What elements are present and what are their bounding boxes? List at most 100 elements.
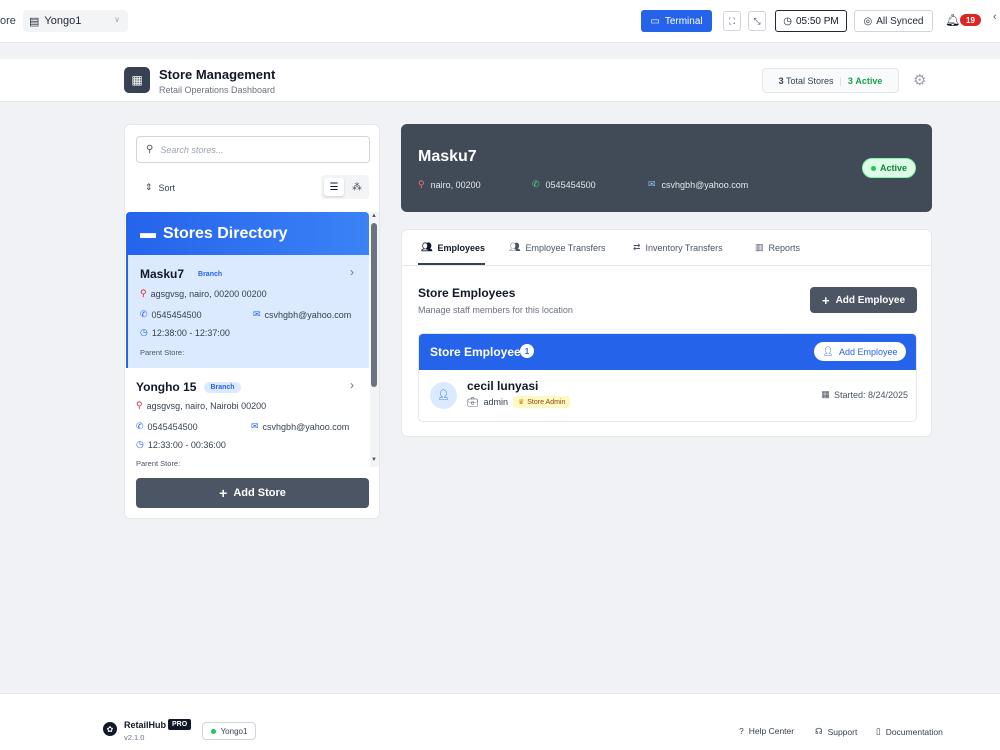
parent-store-label: Parent Store: <box>136 459 181 467</box>
envelope-icon: ✉ <box>251 421 259 431</box>
tab-inventory-transfers[interactable]: ⇄ Inventory Transfers <box>633 242 723 253</box>
envelope-icon: ✉ <box>648 179 656 189</box>
page-header: ▦ Store Management Retail Operations Das… <box>0 59 1000 102</box>
clock-icon: ◷ <box>136 439 144 449</box>
store-hours: ◷ 12:38:00 - 12:37:00 <box>140 327 230 338</box>
briefcase-icon: 💼︎ <box>467 396 479 407</box>
active-tab-indicator <box>418 263 485 265</box>
support-link[interactable]: ☊ Support <box>815 726 857 737</box>
store-email-text: csvhgbh@yahoo.com <box>262 421 350 432</box>
employee-meta: 💼︎ admin ♛ Store Admin <box>467 396 571 408</box>
current-store-name: Yongo1 <box>220 726 248 736</box>
section-title: Store Employees <box>418 286 516 300</box>
add-employee-label: Add Employee <box>835 294 906 306</box>
store-address-text: agsgvsg, nairo, Nairobi 00200 <box>146 400 267 411</box>
gear-icon[interactable]: ⚙ <box>913 71 926 89</box>
scrollbar-thumb[interactable] <box>371 223 377 387</box>
tree-view-button[interactable]: ⁂ <box>347 178 367 196</box>
envelope-icon: ✉ <box>253 309 261 319</box>
search-box[interactable]: ⚲ <box>136 136 370 163</box>
role-badge-text: Store Admin <box>527 398 566 406</box>
search-input[interactable] <box>160 144 351 155</box>
store-name: Yongho 15 <box>136 380 197 394</box>
plus-icon: + <box>219 485 228 501</box>
active-stores-label: Active <box>855 75 883 86</box>
scroll-up-icon[interactable]: ▲ <box>371 213 377 219</box>
stats-divider: | <box>839 75 842 86</box>
fit-screen-icon: ⛶ <box>728 15 736 26</box>
start-date-text: Started: 8/24/2025 <box>833 389 908 400</box>
store-prefix-text: ore <box>0 15 16 27</box>
selected-store-name: Masku7 <box>418 148 477 165</box>
store-list-item[interactable]: Masku7 Branch › ⚲ agsgvsg, nairo, 00200 … <box>126 255 369 368</box>
page-subtitle: Retail Operations Dashboard <box>159 85 276 95</box>
sort-button[interactable]: ⇕ Sort <box>145 182 175 193</box>
store-select-value: Yongo1 <box>44 15 82 27</box>
employee-count-badge: 1 <box>520 344 534 358</box>
selected-store-card: Masku7 ⚲ nairo, 00200 ✆ 0545454500 ✉ csv… <box>401 124 932 212</box>
documentation-link[interactable]: ▯ Documentation <box>876 726 943 737</box>
tab-employees[interactable]: 👥︎ Employees <box>421 242 485 253</box>
stores-panel: ⚲ ⇕ Sort ☰ ⁂ ▬ Stores Directory Masku7 B… <box>124 124 380 519</box>
stores-directory-header: ▬ Stores Directory <box>126 212 369 255</box>
store-email: ✉ csvhgbh@yahoo.com <box>648 179 748 190</box>
employees-list-header: Store Employees 1 👤︎ Add Employee <box>419 334 916 370</box>
map-pin-icon: ⚲ <box>136 400 143 410</box>
footer: ✿ RetailHub PRO v2.1.0 Yongo1 ? Help Cen… <box>0 693 1000 750</box>
tab-bar: 👥︎ Employees 👥︎ Employee Transfers ⇄ Inv… <box>402 230 931 266</box>
tab-label: Employee Transfers <box>525 242 606 253</box>
store-detail-panel: 👥︎ Employees 👥︎ Employee Transfers ⇄ Inv… <box>401 229 932 437</box>
store-phone-text: 0545454500 <box>147 421 198 432</box>
fit-screen-button[interactable]: ⛶ <box>723 11 741 31</box>
help-icon: ? <box>739 726 744 736</box>
tab-reports[interactable]: ▥ Reports <box>755 242 800 253</box>
view-toggle: ☰ ⁂ <box>321 175 369 199</box>
tab-employee-transfers[interactable]: 👥︎ Employee Transfers <box>509 242 605 253</box>
store-stats: 3 Total Stores | 3 Active <box>762 68 899 93</box>
list-view-button[interactable]: ☰ <box>324 178 344 196</box>
employee-row[interactable]: 👤︎ cecil lunyasi 💼︎ admin ♛ Store Admin … <box>419 370 916 421</box>
terminal-button[interactable]: ▭ Terminal <box>641 10 712 32</box>
phone-icon: ✆ <box>136 421 144 431</box>
add-employee-header-button[interactable]: 👤︎ Add Employee <box>814 342 906 361</box>
clock-icon: ◷ <box>140 327 148 337</box>
store-location: ⚲ nairo, 00200 <box>418 179 481 190</box>
user-menu-icon[interactable]: ‹ <box>993 11 997 23</box>
fullscreen-button[interactable]: ⤡ <box>748 11 766 31</box>
app-version: v2.1.0 <box>124 733 145 742</box>
sync-status-button[interactable]: ◎ All Synced <box>854 10 933 32</box>
store-email: ✉ csvhgbh@yahoo.com <box>253 309 351 320</box>
documentation-label: Documentation <box>885 726 943 737</box>
employees-list-title: Store Employees <box>430 345 528 359</box>
chevron-right-icon: › <box>350 378 354 392</box>
bell-icon[interactable]: 🔔︎ <box>945 13 960 27</box>
scroll-down-icon[interactable]: ▼ <box>371 457 377 463</box>
employee-start-date: ▦ Started: 8/24/2025 <box>821 389 908 400</box>
help-center-link[interactable]: ? Help Center <box>739 726 794 736</box>
store-name-row: Yongho 15 Branch <box>136 380 241 394</box>
time-text: 05:50 PM <box>795 15 839 27</box>
add-store-button[interactable]: + Add Store <box>136 478 369 508</box>
store-list-item[interactable]: Yongho 15 Branch › ⚲ agsgvsg, nairo, Nai… <box>126 368 369 467</box>
clock-icon: ◷ <box>783 15 792 27</box>
chevron-right-icon: › <box>350 265 354 279</box>
user-transfer-icon: 👥︎ <box>509 242 521 252</box>
store-name: Masku7 <box>140 267 185 281</box>
store-list: Masku7 Branch › ⚲ agsgvsg, nairo, 00200 … <box>126 255 369 467</box>
pro-badge: PRO <box>168 719 192 730</box>
status-dot-icon <box>870 165 876 171</box>
sort-icon: ⇕ <box>145 182 153 192</box>
store-phone-text: 0545454500 <box>151 309 202 320</box>
map-pin-icon: ⚲ <box>418 179 425 189</box>
headset-icon: ☊ <box>815 726 823 736</box>
app-name: RetailHub <box>124 720 167 730</box>
top-bar: ore ▤ Yongo1 ∨ ▭ Terminal ⛶ ⤡ ◷ 05:50 PM… <box>0 0 1000 43</box>
store-icon: ▤ <box>29 15 40 28</box>
add-employee-button[interactable]: + Add Employee <box>810 287 917 313</box>
search-icon: ⚲ <box>146 144 154 155</box>
user-plus-icon: 👤︎ <box>822 346 834 356</box>
store-email-text: csvhgbh@yahoo.com <box>264 309 352 320</box>
crown-icon: ♛ <box>517 399 525 406</box>
store-select[interactable]: ▤ Yongo1 ∨ <box>23 10 128 32</box>
exchange-icon: ⇄ <box>633 242 641 252</box>
